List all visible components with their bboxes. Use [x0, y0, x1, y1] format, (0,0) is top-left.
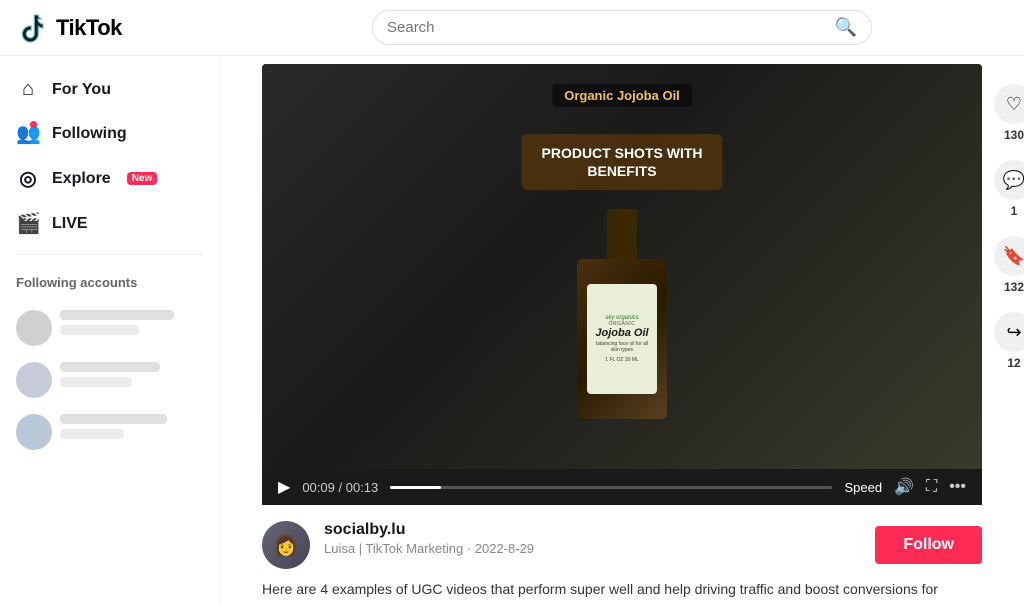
poster-details: socialby.lu Luisa | TikTok Marketing · 2…	[324, 521, 861, 556]
product-bottle: sky organics ORGANIC Jojoba Oil balancin…	[577, 209, 667, 409]
like-count: 130	[1004, 128, 1024, 142]
bottle-label: sky organics ORGANIC Jojoba Oil balancin…	[587, 284, 657, 394]
overlay-title: Organic Jojoba Oil	[552, 84, 692, 107]
sidebar-item-explore[interactable]: ◎ Explore New	[0, 156, 219, 201]
account-info	[60, 362, 203, 398]
video-player[interactable]: Organic Jojoba Oil PRODUCT SHOTS WITH BE…	[262, 64, 982, 469]
video-outer: Organic Jojoba Oil PRODUCT SHOTS WITH BE…	[262, 64, 982, 505]
name-line	[60, 414, 167, 424]
time-display: 00:09 / 00:13	[302, 480, 378, 495]
volume-icon[interactable]: 🔊	[894, 477, 914, 497]
video-controls: ▶ 00:09 / 00:13 Speed 🔊 ⛶ •••	[262, 469, 982, 505]
comment-action[interactable]: 💬 1	[994, 160, 1024, 218]
sidebar-item-live[interactable]: 🎬 LIVE	[0, 201, 219, 246]
bottle-title: Jojoba Oil	[595, 327, 648, 339]
main-layout: ⌂ For You 👥 Following ◎ Explore New 🎬 LI…	[0, 56, 1024, 605]
search-icon[interactable]: 🔍	[835, 17, 857, 38]
logo-area: TikTok	[16, 12, 236, 44]
sub-line	[60, 377, 132, 387]
post-caption: Here are 4 examples of UGC videos that p…	[262, 569, 982, 605]
play-button[interactable]: ▶	[278, 477, 290, 497]
progress-bar[interactable]	[390, 486, 832, 489]
sidebar-item-for-you[interactable]: ⌂ For You	[0, 68, 219, 111]
account-info	[60, 310, 203, 346]
sidebar-item-label: Following	[52, 125, 127, 143]
account-placeholder-2	[0, 354, 219, 406]
bottle-size: 1 FL OZ 30 ML	[605, 357, 638, 363]
content-area: Organic Jojoba Oil PRODUCT SHOTS WITH BE…	[220, 56, 1024, 605]
fullscreen-icon[interactable]: ⛶	[926, 478, 937, 496]
poster-meta: Luisa | TikTok Marketing · 2022-8-29	[324, 541, 861, 556]
post-info: 👩 socialby.lu Luisa | TikTok Marketing ·…	[262, 505, 982, 569]
sidebar-item-following[interactable]: 👥 Following	[0, 111, 219, 156]
search-bar: 🔍	[372, 10, 872, 45]
progress-fill	[390, 486, 441, 489]
avatar[interactable]: 👩	[262, 521, 310, 569]
account-placeholder-3	[0, 406, 219, 458]
sidebar-item-label: Explore	[52, 170, 111, 188]
account-info	[60, 414, 203, 450]
explore-icon: ◎	[16, 166, 40, 191]
search-input[interactable]	[387, 19, 827, 36]
username[interactable]: socialby.lu	[324, 521, 861, 539]
name-line	[60, 362, 160, 372]
name-line	[60, 310, 174, 320]
bottle-body: sky organics ORGANIC Jojoba Oil balancin…	[577, 259, 667, 419]
avatar-placeholder	[16, 414, 52, 450]
bookmark-icon: 🔖	[994, 236, 1024, 276]
heart-icon: ♡	[994, 84, 1024, 124]
sidebar-item-label: LIVE	[52, 215, 88, 233]
more-options-icon[interactable]: •••	[949, 478, 966, 496]
like-action[interactable]: ♡ 130	[994, 84, 1024, 142]
share-icon: ↪	[994, 312, 1024, 352]
new-badge: New	[127, 172, 158, 185]
live-icon: 🎬	[16, 211, 40, 236]
bookmark-count: 132	[1004, 280, 1024, 294]
bottle-cap	[607, 209, 637, 259]
tiktok-logo-icon	[16, 12, 48, 44]
time-separator: /	[338, 480, 345, 495]
video-actions: ♡ 130 💬 1 🔖 132 ↪ 12	[994, 84, 1024, 370]
sidebar-divider	[16, 254, 203, 255]
home-icon: ⌂	[16, 78, 40, 101]
sub-line	[60, 325, 139, 335]
overlay-box-line2: BENEFITS	[542, 162, 703, 180]
share-count: 12	[1007, 356, 1020, 370]
current-time: 00:09	[302, 480, 335, 495]
bookmark-action[interactable]: 🔖 132	[994, 236, 1024, 294]
comment-icon: 💬	[994, 160, 1024, 200]
header: TikTok 🔍	[0, 0, 1024, 56]
sub-line	[60, 429, 124, 439]
caption-text: Here are 4 examples of UGC videos that p…	[262, 581, 938, 605]
overlay-box-line1: PRODUCT SHOTS WITH	[542, 144, 703, 162]
bottle-subtitle: balancing face oil for all skin types	[591, 341, 653, 353]
sidebar-item-label: For You	[52, 81, 111, 99]
share-action[interactable]: ↪ 12	[994, 312, 1024, 370]
avatar-placeholder	[16, 362, 52, 398]
comment-count: 1	[1011, 204, 1018, 218]
overlay-box: PRODUCT SHOTS WITH BENEFITS	[522, 134, 723, 190]
video-container: Organic Jojoba Oil PRODUCT SHOTS WITH BE…	[262, 56, 982, 605]
account-placeholder-1	[0, 302, 219, 354]
sidebar: ⌂ For You 👥 Following ◎ Explore New 🎬 LI…	[0, 56, 220, 605]
avatar-placeholder	[16, 310, 52, 346]
logo-text: TikTok	[56, 15, 122, 41]
product-visual: sky organics ORGANIC Jojoba Oil balancin…	[577, 209, 667, 409]
following-accounts-label: Following accounts	[0, 263, 219, 302]
speed-button[interactable]: Speed	[844, 480, 882, 495]
notification-dot	[30, 121, 37, 128]
follow-button[interactable]: Follow	[875, 526, 982, 564]
total-time: 00:13	[346, 480, 379, 495]
